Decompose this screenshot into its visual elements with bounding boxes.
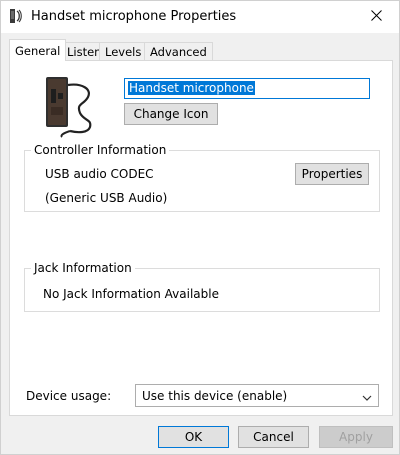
controller-driver: (Generic USB Audio) (45, 191, 168, 205)
jack-information-label: Jack Information (31, 261, 135, 275)
tab-advanced[interactable]: Advanced (144, 42, 213, 61)
device-usage-select[interactable]: Use this device (enable) (135, 384, 379, 407)
close-button[interactable] (353, 1, 399, 33)
tab-levels[interactable]: Levels (99, 42, 148, 61)
ok-button[interactable]: OK (158, 426, 229, 448)
handset-device-icon (42, 75, 108, 141)
cancel-button[interactable]: Cancel (238, 426, 309, 448)
device-name-text: Handset microphone (128, 81, 255, 95)
microphone-icon (9, 8, 23, 24)
properties-dialog: Handset microphone Properties General Li… (0, 0, 400, 455)
window-title: Handset microphone Properties (31, 9, 237, 24)
controller-name: USB audio CODEC (45, 167, 154, 181)
device-name-input[interactable]: Handset microphone (124, 78, 370, 99)
general-tab-panel: Handset microphone Change Icon Controlle… (9, 60, 393, 416)
chevron-down-icon (362, 391, 372, 401)
controller-properties-button[interactable]: Properties (295, 163, 369, 185)
title-bar: Handset microphone Properties (1, 1, 399, 33)
device-usage-value: Use this device (enable) (142, 389, 288, 403)
apply-button[interactable]: Apply (319, 426, 393, 448)
jack-information-text: No Jack Information Available (43, 287, 219, 301)
controller-information-group: Controller Information USB audio CODEC (… (24, 143, 380, 212)
change-icon-button[interactable]: Change Icon (124, 103, 218, 125)
device-usage-label: Device usage: (26, 389, 112, 403)
jack-information-group: Jack Information No Jack Information Ava… (24, 261, 380, 312)
controller-information-label: Controller Information (31, 143, 170, 157)
tab-general[interactable]: General (9, 39, 67, 61)
close-icon (370, 10, 382, 24)
